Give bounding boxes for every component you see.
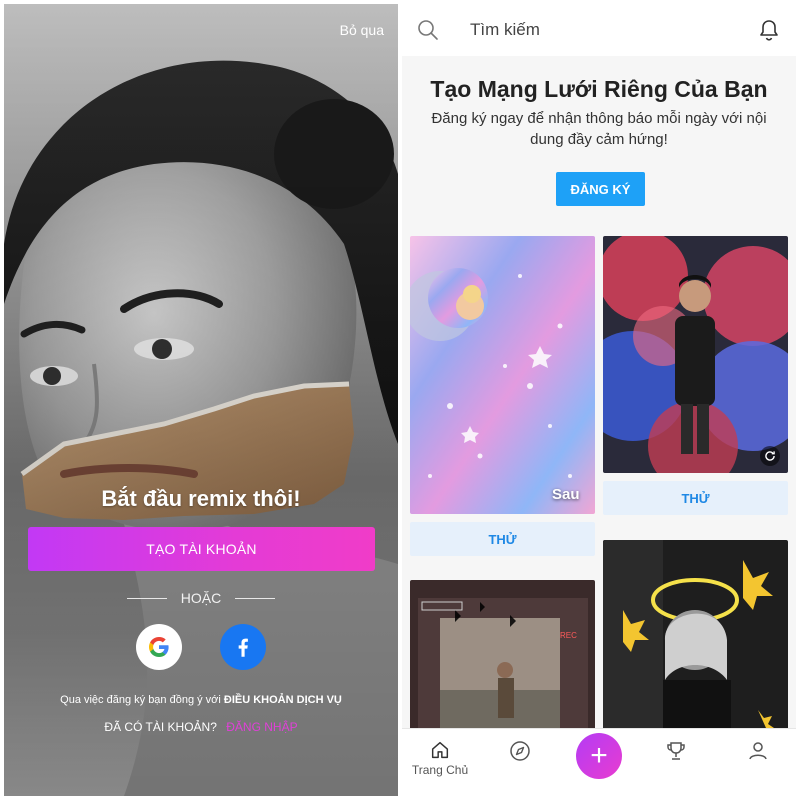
split-screenshot: Bỏ qua Bắt đầu remix thôi! TẠO TÀI KHOẢN… [0,0,800,800]
galaxy-angel-image [410,236,595,514]
or-label: HOẶC [180,590,222,606]
bottom-nav: Trang Chủ + [402,728,796,796]
nav-explore[interactable] [490,739,550,763]
promo-subtitle: Đăng ký ngay để nhận thông báo mỗi ngày … [431,110,767,148]
promo-title: Tạo Mạng Lưới Riêng Của Bạn [430,76,768,102]
card-label: Sau [552,486,580,503]
smoke-portrait-image [603,236,788,473]
halo-portrait-image [603,540,788,730]
facebook-signin-button[interactable] [220,624,266,670]
top-bar: Tìm kiếm [402,4,796,56]
nav-home[interactable]: Trang Chủ [410,739,470,777]
create-account-button[interactable]: TẠO TÀI KHOẢN [28,527,375,571]
card-image[interactable]: REC [410,580,595,730]
try-button[interactable]: THỬ [410,522,595,556]
divider-line [126,597,167,599]
google-signin-button[interactable] [136,624,182,670]
terms-link[interactable]: ĐIỀU KHOẢN DỊCH VỤ [224,694,342,706]
card-image[interactable] [603,236,788,473]
card-image[interactable] [603,540,788,730]
nav-challenges[interactable] [646,739,706,763]
hero-photo [4,4,398,796]
divider-line [235,597,276,599]
profile-icon [749,742,767,760]
skip-button[interactable]: Bỏ qua [340,22,384,38]
terms-text: Qua việc đăng ký bạn đồng ý với ĐIỀU KHO… [4,694,398,706]
svg-text:REC: REC [560,631,577,640]
search-icon[interactable] [416,18,440,42]
card-image[interactable]: Sau [410,236,595,514]
butterfly-frame-image: REC [410,580,595,730]
onboarding-screen: Bỏ qua Bắt đầu remix thôi! TẠO TÀI KHOẢN… [4,4,398,796]
search-input[interactable]: Tìm kiếm [470,20,540,40]
create-button[interactable]: + [576,733,622,779]
facebook-icon [238,638,248,657]
headline: Bắt đầu remix thôi! [101,486,301,511]
compass-icon [510,741,530,761]
have-account-label: ĐÃ CÓ TÀI KHOẢN? [104,720,217,734]
or-divider: HOẶC [4,590,398,606]
bell-icon[interactable] [758,18,780,42]
feed-screen: Tìm kiếm Tạo Mạng Lưới Riêng Của Bạn Đăn… [402,4,796,796]
nav-home-label: Trang Chủ [411,763,469,777]
try-button[interactable]: THỬ [603,481,788,515]
google-icon [149,637,169,657]
login-row: ĐÃ CÓ TÀI KHOẢN? ĐĂNG NHẬP [4,720,398,734]
signup-button[interactable]: ĐĂNG KÝ [556,172,645,206]
trophy-icon [667,742,685,760]
nav-profile[interactable] [728,739,788,763]
plus-icon: + [590,739,608,772]
terms-prefix: Qua việc đăng ký bạn đồng ý với [60,694,221,706]
refresh-icon[interactable] [760,446,780,466]
home-icon [431,741,449,759]
login-link[interactable]: ĐĂNG NHẬP [226,720,297,734]
